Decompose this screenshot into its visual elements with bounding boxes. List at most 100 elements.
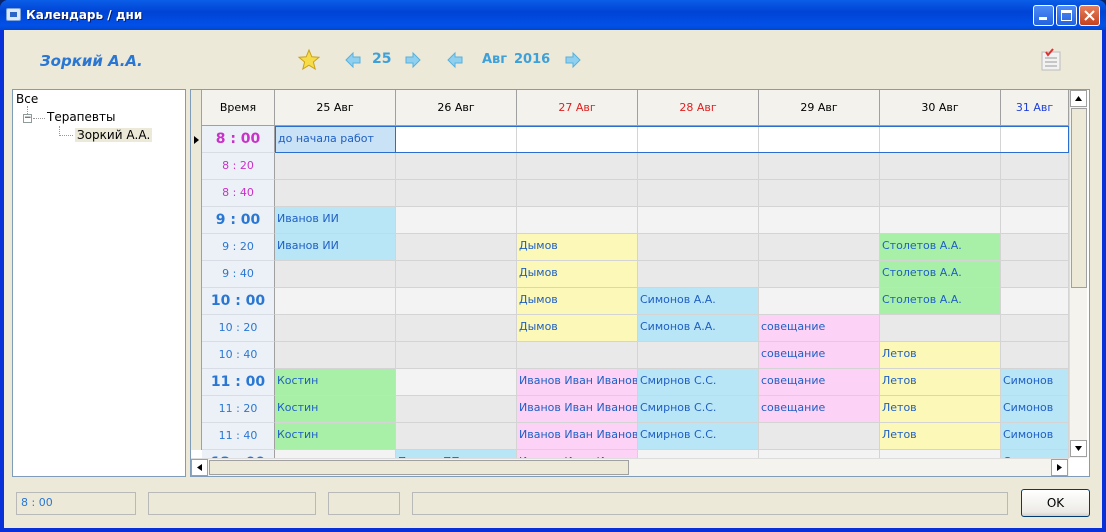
empty-slot-cell[interactable] [517, 180, 638, 207]
empty-slot-cell[interactable] [396, 342, 517, 369]
appointment-cell[interactable]: Смирнов С.С. [638, 369, 759, 396]
appointment-cell[interactable]: Иванов Иван Иванович [517, 369, 638, 396]
prev-month-arrow-icon[interactable] [446, 51, 464, 69]
day-column-header[interactable]: 31 Авг [1001, 90, 1069, 126]
appointment-cell[interactable]: Летов [880, 396, 1001, 423]
appointment-cell[interactable]: Столетов А.А. [880, 234, 1001, 261]
collapse-icon[interactable]: − [23, 114, 32, 123]
empty-slot-cell[interactable] [396, 126, 517, 153]
appointment-cell[interactable]: совещание [759, 315, 880, 342]
appointment-cell[interactable]: совещание [759, 396, 880, 423]
appointment-cell[interactable]: Симонов А.А. [638, 288, 759, 315]
empty-slot-cell[interactable] [1001, 261, 1069, 288]
schedule-grid[interactable]: Время 25 Авг 26 Авг 27 Авг 28 Авг 29 Авг 30 Ав… [190, 89, 1090, 477]
appointment-cell[interactable]: Дымов [517, 288, 638, 315]
empty-slot-cell[interactable] [1001, 234, 1069, 261]
appointment-cell[interactable]: Костин [275, 423, 396, 450]
tree-item-all[interactable]: Все [16, 92, 38, 106]
day-column-header[interactable]: 28 Авг [638, 90, 759, 126]
empty-slot-cell[interactable] [517, 126, 638, 153]
scroll-left-button[interactable] [191, 459, 208, 476]
empty-slot-cell[interactable] [517, 342, 638, 369]
scroll-right-button[interactable] [1051, 459, 1068, 476]
maximize-button[interactable] [1056, 5, 1077, 26]
empty-slot-cell[interactable] [275, 315, 396, 342]
vertical-scroll-thumb[interactable] [1071, 108, 1087, 288]
empty-slot-cell[interactable] [396, 315, 517, 342]
close-button[interactable] [1079, 5, 1100, 26]
empty-slot-cell[interactable] [517, 153, 638, 180]
empty-slot-cell[interactable] [880, 180, 1001, 207]
appointment-cell[interactable]: Дымов [517, 315, 638, 342]
appointment-cell[interactable]: Иванов Иван Иванович [517, 423, 638, 450]
next-month-arrow-icon[interactable] [564, 51, 582, 69]
appointment-cell[interactable]: Костин [275, 396, 396, 423]
day-column-header[interactable]: 30 Авг [880, 90, 1001, 126]
empty-slot-cell[interactable] [1001, 126, 1069, 153]
favorite-star-icon[interactable] [297, 48, 321, 72]
appointment-cell[interactable]: Смирнов С.С. [638, 396, 759, 423]
appointment-cell[interactable]: Летов [880, 423, 1001, 450]
empty-slot-cell[interactable] [396, 423, 517, 450]
day-column-header[interactable]: 26 Авг [396, 90, 517, 126]
empty-slot-cell[interactable] [1001, 288, 1069, 315]
empty-slot-cell[interactable] [275, 288, 396, 315]
appointment-cell[interactable]: Симонов [1001, 369, 1069, 396]
appointment-cell[interactable]: Иванов ИИ [275, 207, 396, 234]
empty-slot-cell[interactable] [759, 288, 880, 315]
empty-slot-cell[interactable] [638, 342, 759, 369]
empty-slot-cell[interactable] [880, 153, 1001, 180]
appointment-cell[interactable]: Смирнов С.С. [638, 423, 759, 450]
title-bar[interactable]: Календарь / дни [0, 0, 1106, 30]
checklist-icon[interactable] [1040, 48, 1062, 72]
appointment-cell[interactable]: до начала работ [275, 126, 396, 153]
appointment-cell[interactable]: Иванов ИИ [275, 234, 396, 261]
empty-slot-cell[interactable] [759, 234, 880, 261]
appointment-cell[interactable]: Летов [880, 342, 1001, 369]
appointment-cell[interactable]: Столетов А.А. [880, 261, 1001, 288]
appointment-cell[interactable]: Летов [880, 369, 1001, 396]
ok-button[interactable]: OK [1021, 489, 1090, 517]
appointment-cell[interactable]: Дымов [517, 261, 638, 288]
prev-day-arrow-icon[interactable] [344, 51, 362, 69]
empty-slot-cell[interactable] [638, 234, 759, 261]
appointment-cell[interactable]: совещание [759, 369, 880, 396]
horizontal-scrollbar[interactable] [191, 458, 1069, 476]
empty-slot-cell[interactable] [396, 396, 517, 423]
empty-slot-cell[interactable] [396, 288, 517, 315]
empty-slot-cell[interactable] [1001, 153, 1069, 180]
empty-slot-cell[interactable] [1001, 180, 1069, 207]
empty-slot-cell[interactable] [638, 153, 759, 180]
tree-item-doctor[interactable]: Зоркий А.А. [75, 128, 153, 142]
empty-slot-cell[interactable] [759, 423, 880, 450]
appointment-cell[interactable]: Иванов Иван Иванович [517, 396, 638, 423]
empty-slot-cell[interactable] [275, 342, 396, 369]
empty-slot-cell[interactable] [638, 261, 759, 288]
empty-slot-cell[interactable] [396, 369, 517, 396]
appointment-cell[interactable]: Дымов [517, 234, 638, 261]
day-column-header[interactable]: 27 Авг [517, 90, 638, 126]
appointment-cell[interactable]: совещание [759, 342, 880, 369]
empty-slot-cell[interactable] [759, 180, 880, 207]
empty-slot-cell[interactable] [396, 261, 517, 288]
empty-slot-cell[interactable] [638, 207, 759, 234]
empty-slot-cell[interactable] [759, 126, 880, 153]
empty-slot-cell[interactable] [275, 180, 396, 207]
scroll-up-button[interactable] [1070, 90, 1087, 107]
empty-slot-cell[interactable] [396, 207, 517, 234]
day-column-header[interactable]: 29 Авг [759, 90, 880, 126]
empty-slot-cell[interactable] [759, 207, 880, 234]
empty-slot-cell[interactable] [275, 153, 396, 180]
next-day-arrow-icon[interactable] [404, 51, 422, 69]
empty-slot-cell[interactable] [759, 261, 880, 288]
doctor-tree[interactable]: Все − Терапевты Зоркий А.А. [12, 89, 186, 477]
appointment-cell[interactable]: Столетов А.А. [880, 288, 1001, 315]
empty-slot-cell[interactable] [759, 153, 880, 180]
empty-slot-cell[interactable] [396, 234, 517, 261]
empty-slot-cell[interactable] [396, 180, 517, 207]
empty-slot-cell[interactable] [880, 315, 1001, 342]
scroll-down-button[interactable] [1070, 440, 1087, 457]
appointment-cell[interactable]: Симонов [1001, 396, 1069, 423]
empty-slot-cell[interactable] [1001, 342, 1069, 369]
empty-slot-cell[interactable] [638, 126, 759, 153]
